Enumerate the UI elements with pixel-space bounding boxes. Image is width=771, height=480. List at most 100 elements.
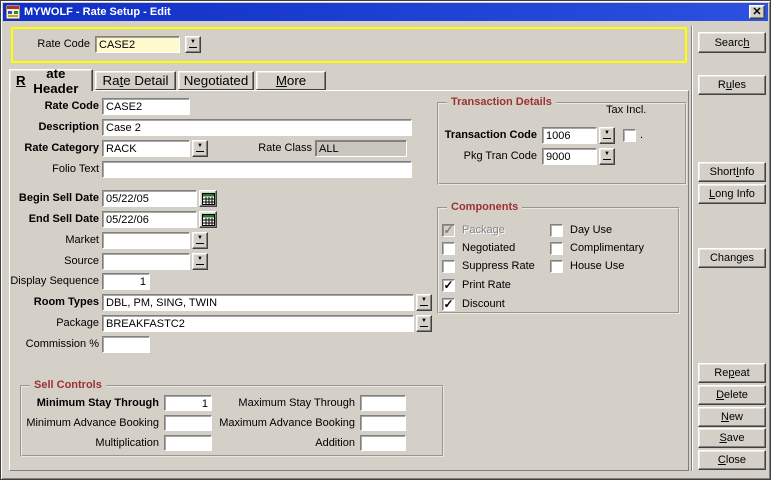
dropdown-icon: ▼ <box>196 236 204 244</box>
dropdown-icon: ▼ <box>196 257 204 265</box>
components-title: Components <box>447 201 522 213</box>
source-label: Source <box>0 253 99 270</box>
search-button[interactable]: Search <box>698 32 766 53</box>
rate-class-field: ALL <box>315 140 407 157</box>
package-label: Package <box>0 315 99 332</box>
rate-category-label: Rate Category <box>0 140 99 157</box>
complimentary-checkbox[interactable] <box>550 242 563 255</box>
commission-field[interactable] <box>102 336 150 353</box>
print-rate-checkbox[interactable]: ✓ <box>442 279 455 292</box>
tab-more[interactable]: More <box>256 71 326 90</box>
tab-negotiated[interactable]: Negotiated <box>178 71 254 90</box>
end-sell-date-label: End Sell Date <box>0 211 99 228</box>
save-button[interactable]: Save <box>698 428 766 448</box>
pkg-tran-code-dropdown-button[interactable]: ▼ <box>599 148 615 165</box>
house-use-checkbox[interactable] <box>550 260 563 273</box>
rate-code-combo-label: Rate Code <box>13 36 90 53</box>
dropdown-icon: ▼ <box>603 152 611 160</box>
package-field[interactable]: BREAKFASTC2 <box>102 315 414 332</box>
commission-label: Commission % <box>0 336 99 353</box>
market-field[interactable] <box>102 232 190 249</box>
display-sequence-field[interactable]: 1 <box>102 273 150 290</box>
market-label: Market <box>0 232 99 249</box>
multiplication-label: Multiplication <box>20 435 159 451</box>
house-use-checkbox-label: House Use <box>570 260 624 273</box>
suppress-rate-checkbox[interactable] <box>442 260 455 273</box>
calendar-icon <box>202 214 215 226</box>
negotiated-checkbox[interactable] <box>442 242 455 255</box>
transaction-code-label: Transaction Code <box>410 127 537 144</box>
package-checkbox: ✓ <box>442 224 455 237</box>
maximum-advance-booking-label: Maximum Advance Booking <box>210 415 355 431</box>
day-use-checkbox-label: Day Use <box>570 224 612 237</box>
source-dropdown-button[interactable]: ▼ <box>192 253 208 270</box>
rate-category-field[interactable]: RACK <box>102 140 190 157</box>
maximum-stay-through-field[interactable] <box>360 395 406 411</box>
rules-button[interactable]: Rules <box>698 75 766 95</box>
rate-category-dropdown-button[interactable]: ▼ <box>192 140 208 157</box>
suppress-rate-checkbox-label: Suppress Rate <box>462 260 535 273</box>
folio-text-label: Folio Text <box>0 161 99 178</box>
market-dropdown-button[interactable]: ▼ <box>192 232 208 249</box>
tax-incl-label: Tax Incl. <box>606 104 646 117</box>
package-checkbox-label: Package <box>462 224 505 237</box>
close-icon: ✕ <box>752 7 761 18</box>
end-sell-date-calendar-button[interactable] <box>199 211 217 228</box>
new-button[interactable]: New <box>698 407 766 427</box>
room-types-dropdown-button[interactable]: ▼ <box>416 294 432 311</box>
addition-label: Addition <box>210 435 355 451</box>
rate-code-combo[interactable]: CASE2 <box>95 36 180 53</box>
complimentary-checkbox-label: Complimentary <box>570 242 644 255</box>
transaction-code-dropdown-button[interactable]: ▼ <box>599 127 615 144</box>
dropdown-icon: ▼ <box>420 298 428 306</box>
transaction-details-title: Transaction Details <box>447 96 556 108</box>
day-use-checkbox[interactable] <box>550 224 563 237</box>
begin-sell-date-calendar-button[interactable] <box>199 190 217 207</box>
short-info-button[interactable]: Short Info <box>698 162 766 182</box>
room-types-label: Room Types <box>0 294 99 311</box>
rate-setup-window: MYWOLF - Rate Setup - Edit ✕ Rate Code C… <box>0 0 771 480</box>
delete-button[interactable]: Delete <box>698 385 766 405</box>
sell-controls-title: Sell Controls <box>30 379 106 391</box>
tax-incl-checkbox[interactable] <box>623 129 636 142</box>
dropdown-icon: ▼ <box>420 319 428 327</box>
pkg-tran-code-label: Pkg Tran Code <box>410 148 537 165</box>
dropdown-icon: ▼ <box>603 131 611 139</box>
description-field[interactable]: Case 2 <box>102 119 412 136</box>
addition-field[interactable] <box>360 435 406 451</box>
close-window-button[interactable]: ✕ <box>749 5 765 19</box>
source-field[interactable] <box>102 253 190 270</box>
tab-rate-detail[interactable]: Rate Detail <box>95 71 176 90</box>
rate-code-dropdown-button[interactable]: ▼ <box>185 36 201 53</box>
rate-header-tab-panel: Rate Code CASE2 Description Case 2 Rate … <box>9 90 689 471</box>
end-sell-date-field[interactable]: 05/22/06 <box>102 211 197 228</box>
pkg-tran-code-field[interactable]: 9000 <box>542 148 597 165</box>
display-sequence-label: Display Sequence <box>0 273 99 290</box>
negotiated-checkbox-label: Negotiated <box>462 242 515 255</box>
rate-code-label: Rate Code <box>0 98 99 115</box>
multiplication-field[interactable] <box>164 435 212 451</box>
tab-rate-header[interactable]: Rate Header <box>9 69 93 91</box>
minimum-stay-through-label: Minimum Stay Through <box>20 395 159 411</box>
changes-button[interactable]: Changes <box>698 248 766 268</box>
window-title: MYWOLF - Rate Setup - Edit <box>24 6 171 18</box>
title-bar[interactable]: MYWOLF - Rate Setup - Edit ✕ <box>3 3 768 21</box>
begin-sell-date-field[interactable]: 05/22/05 <box>102 190 197 207</box>
rate-code-search-panel: Rate Code CASE2 ▼ <box>11 27 687 63</box>
package-dropdown-button[interactable]: ▼ <box>416 315 432 332</box>
discount-checkbox[interactable]: ✓ <box>442 298 455 311</box>
rate-code-field[interactable]: CASE2 <box>102 98 190 115</box>
repeat-button[interactable]: Repeat <box>698 363 766 383</box>
minimum-advance-booking-field[interactable] <box>164 415 212 431</box>
close-button[interactable]: Close <box>698 450 766 470</box>
folio-text-field[interactable] <box>102 161 412 178</box>
minimum-advance-booking-label: Minimum Advance Booking <box>20 415 159 431</box>
minimum-stay-through-field[interactable]: 1 <box>164 395 212 411</box>
app-icon <box>6 5 20 19</box>
dropdown-icon: ▼ <box>196 144 204 152</box>
room-types-field[interactable]: DBL, PM, SING, TWIN <box>102 294 414 311</box>
tax-incl-suffix: . <box>640 129 643 142</box>
transaction-code-field[interactable]: 1006 <box>542 127 597 144</box>
long-info-button[interactable]: Long Info <box>698 184 766 204</box>
maximum-advance-booking-field[interactable] <box>360 415 406 431</box>
